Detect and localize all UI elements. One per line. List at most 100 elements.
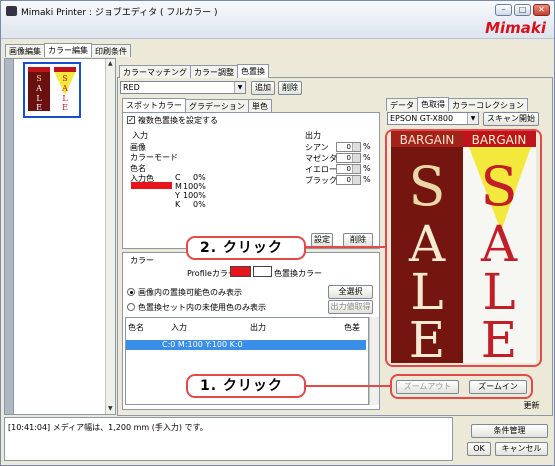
input-row-color-mode: カラーモード: [130, 153, 178, 162]
window-title: Mimaki Printer : ジョブエディタ ( フルカラー ): [21, 8, 218, 18]
svg-text:E: E: [36, 103, 42, 111]
output-yellow-label: イエロー: [305, 165, 337, 174]
status-message: [10:41:04] メディア幅は、1,200 mm (手入力) です。: [8, 423, 208, 432]
tab-color-pick[interactable]: 色取得: [417, 97, 449, 111]
cancel-button[interactable]: キャンセル: [495, 442, 548, 456]
output-black-label: ブラック: [305, 176, 337, 185]
callout-step-2: 2. クリック: [186, 236, 306, 260]
cmyk-c-label: C: [175, 173, 181, 182]
output-magenta-field[interactable]: 0: [336, 153, 361, 163]
profile-color-swatch: [230, 266, 251, 277]
chevron-down-icon: ▼: [467, 113, 478, 124]
message-log: [10:41:04] メディア幅は、1,200 mm (手入力) です。: [4, 417, 453, 461]
title-bar: Mimaki Printer : ジョブエディタ ( フルカラー ) – □ ✕…: [1, 1, 554, 39]
cmyk-m-label: M: [175, 182, 182, 191]
col-input: 入力: [171, 323, 187, 332]
cmyk-k-value: 0%: [193, 200, 206, 209]
radio-show-replaceable[interactable]: [127, 288, 135, 296]
app-window: Mimaki Printer : ジョブエディタ ( フルカラー ) – □ ✕…: [0, 0, 555, 466]
table-row[interactable]: C:0 M:100 Y:100 K:0: [126, 340, 366, 350]
condition-manage-button[interactable]: 条件管理: [471, 424, 548, 438]
maximize-button[interactable]: □: [514, 4, 531, 16]
delete-output-button[interactable]: 削除: [343, 233, 373, 247]
delete-set-button[interactable]: 削除: [278, 81, 302, 95]
brand-logo: Mimaki: [485, 19, 546, 37]
profile-color-label: Profileカラー: [187, 269, 236, 278]
scan-start-button[interactable]: スキャン開始: [483, 112, 539, 126]
svg-text:L: L: [62, 94, 68, 103]
color-section-header: カラー: [130, 256, 154, 265]
radio-show-replaceable-label: 画像内の置換可能色のみ表示: [138, 288, 242, 297]
ok-button[interactable]: OK: [467, 442, 491, 456]
replace-color-label: 色置換カラー: [274, 269, 322, 278]
radio-show-unused-label: 色置換セット内の未使用色のみ表示: [138, 303, 266, 312]
tab-color-matching[interactable]: カラーマッチング: [119, 65, 191, 78]
replace-color-swatch: [253, 266, 272, 277]
output-yellow-field[interactable]: 0: [336, 164, 361, 174]
cmyk-m-value: 100%: [183, 182, 206, 191]
scroll-down-icon[interactable]: ▼: [108, 405, 113, 412]
callout-1-leader: [306, 385, 390, 387]
col-output: 出力: [250, 323, 266, 332]
tab-color-edit[interactable]: カラー編集: [44, 43, 92, 57]
output-black-field[interactable]: 0: [336, 175, 361, 185]
thumbnail-scrollbar[interactable]: ▲ ▼: [105, 59, 115, 414]
col-diff: 色差: [344, 323, 360, 332]
svg-text:L: L: [36, 94, 42, 103]
scroll-up-icon[interactable]: ▲: [108, 60, 113, 67]
scanner-select[interactable]: EPSON GT-X800 ▼: [387, 112, 479, 125]
svg-text:S: S: [62, 74, 67, 83]
app-icon: [6, 6, 17, 16]
tab-print-conditions[interactable]: 印刷条件: [91, 44, 131, 57]
output-header: 出力: [305, 131, 321, 140]
tab-color-collection[interactable]: カラーコレクション: [448, 98, 528, 111]
radio-show-unused[interactable]: [127, 303, 135, 311]
svg-text:A: A: [35, 84, 42, 93]
tab-color-adjust[interactable]: カラー調整: [190, 65, 238, 78]
get-output-button[interactable]: 出力値取得: [328, 300, 373, 314]
minimize-button[interactable]: –: [495, 4, 512, 16]
zoom-highlight: [390, 374, 533, 399]
input-color-swatch: [131, 182, 172, 189]
svg-text:A: A: [61, 84, 68, 93]
scanner-value: EPSON GT-X800: [390, 114, 454, 123]
settings-button[interactable]: 設定: [311, 233, 333, 247]
update-button[interactable]: 更新: [514, 400, 549, 413]
output-cyan-field[interactable]: 0: [336, 142, 361, 152]
cmyk-y-value: 100%: [183, 191, 206, 200]
tab-gradation[interactable]: グラデーション: [185, 99, 249, 112]
add-button[interactable]: 追加: [251, 81, 275, 95]
thumbnail-image-right: S A L E: [54, 67, 76, 111]
svg-text:E: E: [62, 103, 68, 111]
preview-highlight: [385, 129, 542, 367]
tab-data[interactable]: データ: [386, 98, 418, 111]
output-black-unit: %: [363, 175, 371, 184]
output-cyan-unit: %: [363, 142, 371, 151]
replace-set-select[interactable]: RED ▼: [120, 81, 246, 94]
multi-replace-checkbox[interactable]: ✓: [127, 116, 135, 124]
output-magenta-label: マゼンタ: [305, 154, 337, 163]
tab-spot-color[interactable]: スポットカラー: [122, 98, 186, 112]
col-color-name: 色名: [128, 323, 144, 332]
table-scrollbar[interactable]: [369, 317, 379, 405]
chevron-down-icon: ▼: [234, 82, 245, 93]
tab-single-color[interactable]: 単色: [247, 99, 272, 112]
tab-image-edit[interactable]: 画像編集: [5, 44, 45, 57]
cmyk-y-label: Y: [175, 191, 180, 200]
svg-text:S: S: [36, 74, 41, 83]
output-magenta-unit: %: [363, 153, 371, 162]
multi-replace-label: 複数色置換を設定する: [138, 116, 218, 125]
output-cyan-label: シアン: [305, 143, 329, 152]
replace-set-value: RED: [123, 83, 140, 92]
table-row-input: C:0 M:100 Y:100 K:0: [162, 340, 243, 349]
cmyk-c-value: 0%: [193, 173, 206, 182]
callout-2-leader: [306, 246, 385, 248]
tab-color-replace[interactable]: 色置換: [237, 64, 269, 78]
input-header: 入力: [132, 131, 148, 140]
close-button[interactable]: ✕: [533, 4, 550, 16]
thumbnail-item[interactable]: S A L E S A L E: [23, 62, 81, 118]
thumbnail-image-left: S A L E: [28, 67, 50, 111]
callout-step-1: 1. クリック: [186, 374, 306, 398]
select-all-button[interactable]: 全選択: [328, 285, 373, 299]
cmyk-k-label: K: [175, 200, 181, 209]
